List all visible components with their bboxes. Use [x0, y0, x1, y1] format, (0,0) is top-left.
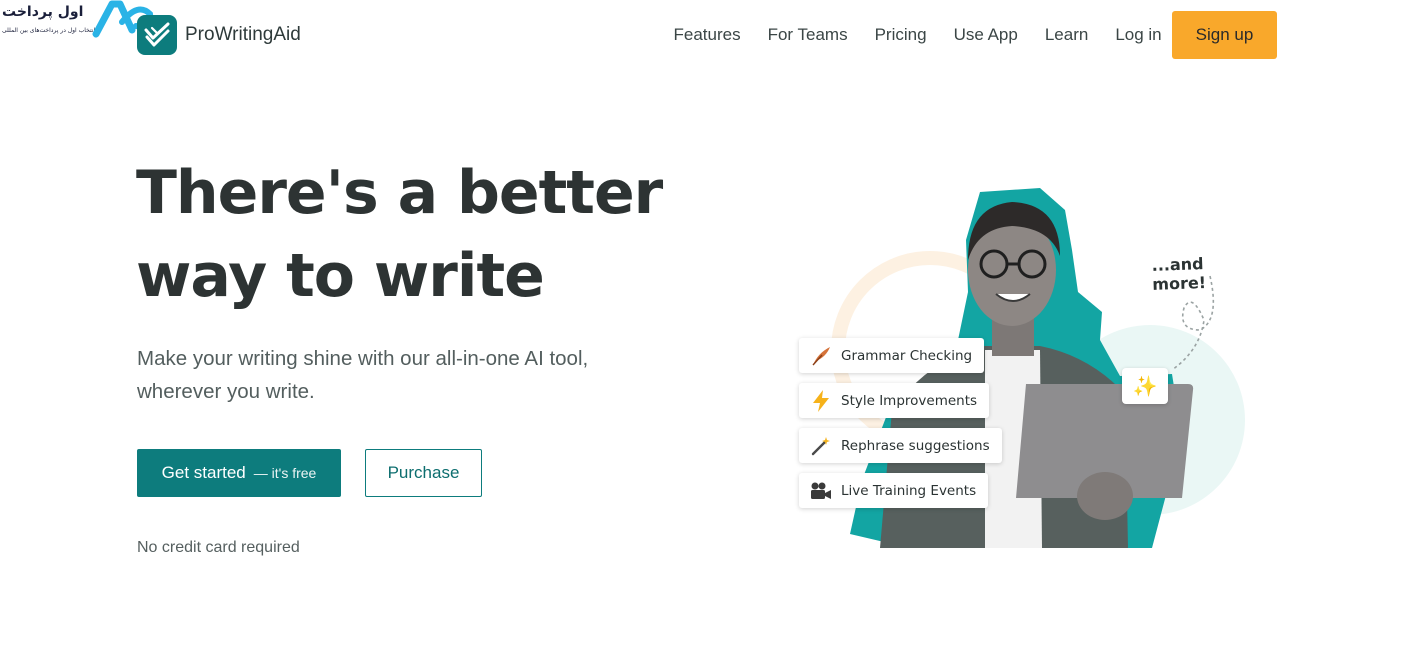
no-credit-card-note: No credit card required	[137, 539, 300, 556]
get-started-label: Get started	[161, 463, 246, 482]
feature-label: Rephrase suggestions	[841, 437, 990, 454]
feature-style-improvements: Style Improvements	[799, 383, 990, 418]
feature-label: Live Training Events	[841, 482, 977, 499]
site-header: ProWritingAid Features For Teams Pricing…	[0, 0, 1412, 70]
quill-icon	[809, 344, 833, 368]
brand-name: ProWritingAid	[185, 24, 301, 45]
hero-illustration: ...and more! ✨ Grammar Checking Style Im…	[780, 180, 1260, 560]
purchase-button[interactable]: Purchase	[365, 449, 482, 497]
feature-grammar-checking: Grammar Checking	[799, 338, 985, 373]
hero-title-line1: There's a better	[136, 158, 663, 228]
prowritingaid-logo-icon	[137, 15, 177, 55]
sign-up-button[interactable]: Sign up	[1172, 11, 1277, 59]
and-more-label: ...and more!	[1151, 254, 1207, 294]
main-nav: Features For Teams Pricing Use App Learn…	[660, 11, 1175, 59]
hero-subtitle-line2: wherever you write.	[137, 380, 315, 403]
nav-learn[interactable]: Learn	[1045, 25, 1088, 45]
feature-label: Grammar Checking	[841, 347, 973, 364]
hero-subtitle-line1: Make your writing shine with our all-in-…	[137, 347, 589, 370]
hero-subtitle: Make your writing shine with our all-in-…	[137, 342, 637, 408]
nav-log-in[interactable]: Log in	[1115, 25, 1161, 45]
nav-features[interactable]: Features	[674, 25, 741, 45]
lightning-icon	[809, 389, 833, 413]
hero-title-line2: way to write	[136, 241, 545, 311]
sparkle-icon: ✨	[1122, 368, 1168, 404]
nav-pricing[interactable]: Pricing	[875, 25, 927, 45]
feature-label: Style Improvements	[841, 392, 978, 409]
get-started-button[interactable]: Get started — it's free	[137, 449, 341, 497]
video-camera-icon	[809, 479, 833, 503]
nav-for-teams[interactable]: For Teams	[768, 25, 848, 45]
feature-live-training-events: Live Training Events	[799, 473, 989, 508]
brand-logo-link[interactable]: ProWritingAid	[137, 15, 301, 55]
feature-rephrase-suggestions: Rephrase suggestions	[799, 428, 1002, 463]
its-free-label: — it's free	[253, 465, 317, 481]
magic-wand-icon	[809, 434, 833, 458]
hero-title: There's a better way to write	[136, 152, 696, 318]
nav-use-app[interactable]: Use App	[954, 25, 1018, 45]
